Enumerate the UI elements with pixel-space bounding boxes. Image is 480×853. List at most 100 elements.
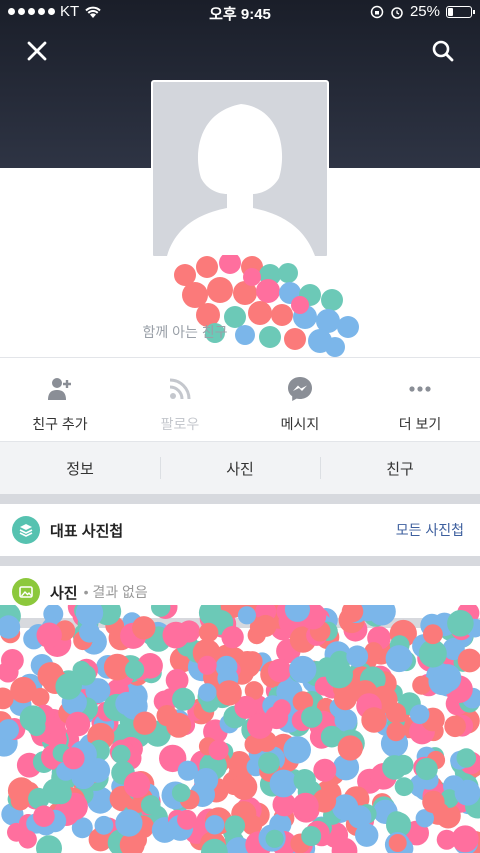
- more-button[interactable]: 더 보기: [360, 358, 480, 441]
- obscure-blob: [293, 769, 316, 792]
- more-label: 더 보기: [398, 416, 442, 432]
- obscure-blob: [382, 755, 407, 780]
- obscure-blob: [348, 805, 372, 829]
- obscure-blob: [171, 783, 191, 803]
- add-friend-icon: [48, 378, 71, 400]
- tab-info[interactable]: 정보: [0, 442, 160, 494]
- obscure-blob: [62, 747, 85, 770]
- obscure-blob: [1, 649, 24, 672]
- obscure-blob: [283, 736, 312, 764]
- obscure-blob: [415, 757, 438, 781]
- obscure-blob: [447, 610, 474, 637]
- obscure-blob: [246, 713, 273, 739]
- obscure-blob: [19, 705, 47, 732]
- obscure-blob: [36, 622, 62, 648]
- obscure-blob: [325, 661, 353, 689]
- obscure-blob: [412, 675, 432, 695]
- obscure-blob: [85, 758, 111, 783]
- battery-percent: 25%: [409, 3, 440, 20]
- obscure-blob: [231, 773, 258, 800]
- obscure-blob: [388, 834, 407, 852]
- rss-icon: [169, 378, 191, 400]
- section-divider: [0, 494, 480, 504]
- rotation-lock-icon: [370, 5, 384, 18]
- obscure-blob: [289, 655, 317, 684]
- obscure-blob: [221, 626, 244, 649]
- obscure-blob: [156, 705, 178, 727]
- obscure-blob: [361, 707, 387, 733]
- mutual-friends-label: 함께 아는 친구: [142, 324, 228, 340]
- obscure-blob: [386, 811, 407, 831]
- tab-info-label: 정보: [66, 460, 94, 478]
- photos-title: 사진: [50, 584, 78, 602]
- close-button[interactable]: [22, 36, 52, 66]
- photos-status-text: 결과 없음: [92, 584, 148, 600]
- obscure-blob: [141, 795, 161, 815]
- obscure-blob: [65, 711, 91, 737]
- obscure-blob: [198, 683, 217, 702]
- obscure-blob: [205, 815, 225, 835]
- obscure-blob: [33, 805, 55, 827]
- obscure-blob: [267, 658, 292, 683]
- follow-button[interactable]: 팔로우: [120, 358, 240, 441]
- all-albums-link[interactable]: 모든 사진첩: [396, 520, 464, 540]
- obscure-blob: [386, 722, 406, 742]
- obscure-blob: [258, 752, 280, 774]
- featured-album-title: 대표 사진첩: [50, 522, 124, 540]
- obscure-blob: [433, 664, 462, 692]
- photo-icon: [12, 578, 40, 606]
- obscure-blob: [94, 815, 114, 835]
- follow-label: 팔로우: [160, 416, 200, 432]
- battery-icon: [446, 5, 475, 18]
- add-friend-button[interactable]: 친구 추가: [0, 358, 120, 441]
- obscure-blob: [132, 616, 156, 640]
- obscure-blob: [216, 680, 242, 706]
- featured-album-section[interactable]: 대표 사진첩 모든 사진첩: [0, 504, 480, 556]
- obscure-blob: [436, 829, 457, 850]
- obscure-blob: [194, 768, 219, 793]
- obscure-blob: [394, 777, 414, 797]
- obscure-blob: [242, 651, 263, 672]
- tab-photos[interactable]: 사진: [160, 442, 320, 494]
- obscure-blob: [301, 706, 323, 728]
- obscure-blob: [313, 758, 337, 782]
- obscure-blob: [224, 815, 246, 836]
- obscure-blob: [197, 655, 217, 675]
- tab-friends[interactable]: 친구: [320, 442, 480, 494]
- close-icon: [27, 41, 47, 61]
- obscure-blob: [292, 792, 319, 820]
- obscure-blob: [265, 829, 284, 848]
- search-button[interactable]: [428, 36, 458, 66]
- obscure-blob: [385, 645, 413, 673]
- obscure-blob: [36, 835, 62, 853]
- obscure-blob: [237, 606, 256, 625]
- photos-status: • 결과 없음: [83, 584, 148, 600]
- obscure-blob: [79, 621, 100, 643]
- obscure-blob: [123, 771, 151, 798]
- profile-photo[interactable]: [151, 80, 329, 258]
- obscure-blob: [111, 744, 131, 764]
- obscure-blob: [208, 740, 229, 761]
- obscure-blob: [162, 621, 190, 649]
- message-button[interactable]: 메시지: [240, 358, 360, 441]
- obscure-blob: [423, 624, 443, 645]
- messenger-icon: [288, 377, 312, 401]
- album-layers-icon: [12, 516, 40, 544]
- obscure-blob: [444, 715, 466, 738]
- obscure-blob: [456, 748, 477, 768]
- profile-actions: 친구 추가 팔로우 메시지 더 보기: [0, 357, 480, 441]
- obscure-blob: [409, 704, 430, 725]
- mutual-friends-text[interactable]: 함께 아는 친구: [0, 322, 480, 342]
- add-friend-label: 친구 추가: [32, 416, 88, 432]
- search-icon: [432, 40, 454, 62]
- obscured-name: [174, 255, 359, 357]
- alarm-icon: [391, 6, 403, 19]
- obscure-blob: [337, 735, 363, 761]
- obscure-blob: [301, 826, 322, 846]
- obscure-blob: [172, 687, 196, 711]
- obscure-blob: [125, 660, 145, 680]
- obscure-blob: [18, 830, 37, 849]
- obscure-blob: [269, 769, 298, 798]
- obscure-blob: [198, 622, 219, 643]
- tab-friends-label: 친구: [386, 460, 414, 478]
